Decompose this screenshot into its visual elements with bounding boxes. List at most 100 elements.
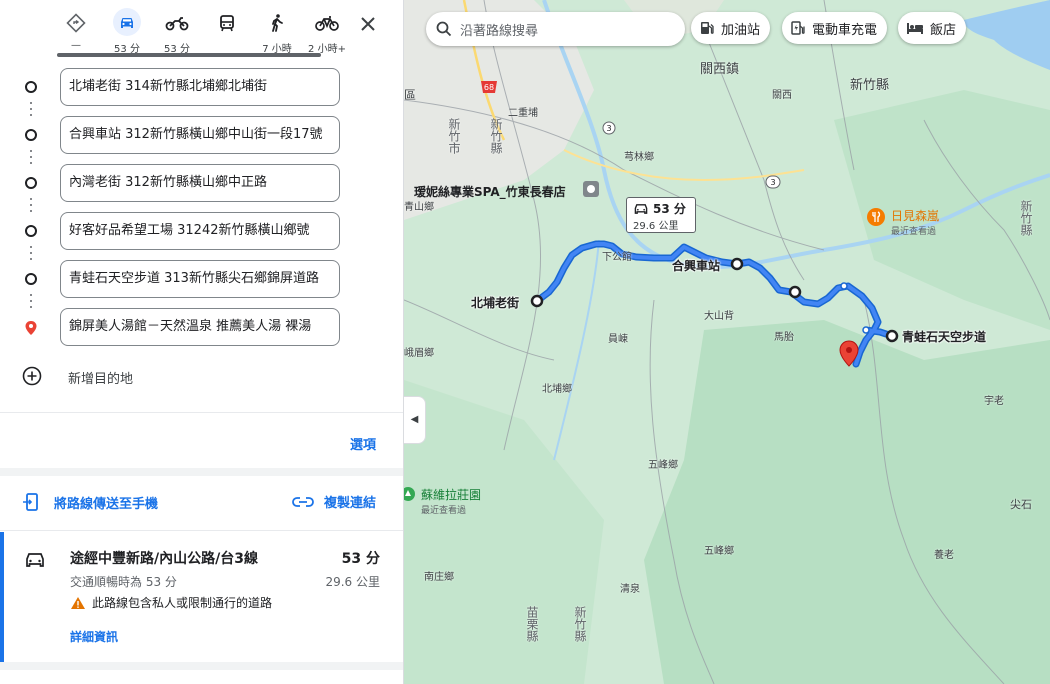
map-label-qu: 區 xyxy=(404,88,417,102)
travel-mode-bar: — 53 分 53 分 7 小時 2 小時+ xyxy=(0,0,403,58)
map-label-hexing[interactable]: 合興車站 xyxy=(672,257,720,274)
poi-suwei-subtitle: 最近查看過 xyxy=(421,506,467,516)
divider xyxy=(0,530,403,531)
map-label-xiagongguan: 下公館 xyxy=(602,252,632,263)
add-circle-icon xyxy=(22,366,42,386)
poi-sun-name: 日見森嵐 xyxy=(891,209,940,223)
car-icon xyxy=(24,550,48,574)
close-directions-button[interactable] xyxy=(356,12,380,36)
waypoint-circle-icon xyxy=(24,224,38,238)
map-label-baishi: 尖石 xyxy=(1010,498,1032,511)
waypoint-row: 合興車站 312新竹縣橫山鄉中山街一段17號 xyxy=(0,114,403,154)
waypoint-input[interactable]: 北埔老街 314新竹縣北埔鄉北埔街 xyxy=(60,68,340,106)
route-warning: 此路線包含私人或限制通行的道路 xyxy=(70,594,272,611)
restaurant-icon xyxy=(867,208,885,226)
send-to-phone-icon xyxy=(23,493,38,511)
options-button[interactable]: 選項 xyxy=(350,434,376,453)
mode-car[interactable]: 53 分 xyxy=(102,8,152,55)
map-canvas[interactable]: 68 3 3 瑷妮絲專業SPA_竹東長春店 日見森嵐 最近查看過 蘇維拉莊園 最… xyxy=(404,0,1050,684)
waypoint-circle-icon xyxy=(24,272,38,286)
mode-motorcycle[interactable]: 53 分 xyxy=(152,8,202,55)
divider xyxy=(0,412,403,413)
route-details-link[interactable]: 詳細資訊 xyxy=(70,628,118,645)
route-option-card[interactable]: 途經中豐新路/內山公路/台3線 53 分 交通順暢時為 53 分 29.6 公里… xyxy=(0,532,403,662)
destination-pin-icon xyxy=(24,320,38,335)
route-title: 途經中豐新路/內山公路/台3線 xyxy=(70,551,258,567)
chevron-left-icon: ◀ xyxy=(410,414,419,425)
map-label-wufeng: 五峰鄉 xyxy=(648,460,678,471)
tree-icon xyxy=(404,487,415,501)
svg-text:3: 3 xyxy=(770,178,775,187)
svg-text:3: 3 xyxy=(606,124,611,133)
hotel-bed-icon xyxy=(907,23,923,34)
route-warning-text: 此路線包含私人或限制通行的道路 xyxy=(92,596,273,610)
gas-station-icon xyxy=(701,22,714,34)
map-label-yulao: 宇老 xyxy=(984,396,1004,407)
map-label-qingquan: 清泉 xyxy=(620,584,640,595)
map-label-hsinchu-east: 新竹縣 xyxy=(1019,200,1033,236)
map-label-xinzhu-town: 新竹縣 xyxy=(850,78,890,93)
map-label-start[interactable]: 北埔老街 xyxy=(471,294,519,311)
route-traffic-note: 交通順暢時為 53 分 xyxy=(70,575,177,589)
map-label-miaoli: 苗栗縣 xyxy=(525,606,539,642)
waypoint-input[interactable]: 內灣老街 312新竹縣橫山鄉中正路 xyxy=(60,164,340,202)
chip-label: 電動車充電 xyxy=(812,22,878,38)
car-icon xyxy=(634,203,648,214)
share-row: 將路線傳送至手機 複製連結 xyxy=(0,484,403,524)
close-icon xyxy=(361,17,375,31)
poi-suwei[interactable]: 蘇維拉莊園 最近查看過 xyxy=(404,486,481,516)
poi-spa-label[interactable]: 瑷妮絲專業SPA_竹東長春店 xyxy=(414,183,566,200)
mode-label: — xyxy=(71,40,81,51)
selected-mode-indicator xyxy=(57,53,321,57)
mode-best[interactable]: — xyxy=(51,8,101,54)
map-label-baishan: 員崠 xyxy=(608,334,628,345)
warning-icon xyxy=(71,596,85,609)
mode-transit[interactable] xyxy=(202,8,252,54)
waypoint-input[interactable]: 錦屏美人湯館－天然溫泉 推薦美人湯 裸湯 xyxy=(60,308,340,346)
directions-panel: — 53 分 53 分 7 小時 2 小時+ 北埔老街 314新竹縣北埔鄉北埔街… xyxy=(0,0,404,684)
map-label-xinzhu-city: 新竹市 xyxy=(447,118,461,154)
map-label-hsinchu-south: 新竹縣 xyxy=(573,606,587,642)
chip-label: 飯店 xyxy=(930,22,957,38)
collapse-panel-button[interactable]: ◀ xyxy=(404,396,426,444)
map-label-qingshan: 青山鄉 xyxy=(404,202,434,213)
poi-sun-subtitle: 最近查看過 xyxy=(891,227,937,237)
mode-bicycle[interactable]: 2 小時+ xyxy=(302,8,352,55)
copy-link-button[interactable]: 複製連結 xyxy=(292,492,376,511)
ev-charging-icon xyxy=(791,21,805,35)
map-label-dashanbei: 大山背 xyxy=(704,311,734,322)
callout-time: 53 分 xyxy=(653,202,686,216)
poi-suwei-name: 蘇維拉莊園 xyxy=(421,488,482,502)
chip-gas-station[interactable]: 加油站 xyxy=(691,12,771,44)
route-search-box[interactable]: 沿著路線搜尋 xyxy=(426,12,685,46)
waypoint-input[interactable]: 好客好品希望工場 31242新竹縣橫山鄉號 xyxy=(60,212,340,250)
poi-sun[interactable]: 日見森嵐 最近查看過 xyxy=(866,207,939,237)
map-label-wufeng2: 五峰鄉 xyxy=(704,546,734,557)
map-label-frog[interactable]: 青蛙石天空步道 xyxy=(902,328,986,345)
map-label-erchongpu: 二重埔 xyxy=(508,108,538,119)
send-to-phone-button[interactable]: 將路線傳送至手機 xyxy=(22,492,158,512)
callout-distance: 29.6 公里 xyxy=(633,221,679,232)
car-icon xyxy=(113,8,141,36)
waypoint-row: 好客好品希望工場 31242新竹縣橫山鄉號 xyxy=(0,210,403,250)
poi-spa[interactable] xyxy=(582,180,600,198)
route-distance: 29.6 公里 xyxy=(325,575,380,589)
chip-label: 加油站 xyxy=(721,22,761,38)
waypoint-circle-icon xyxy=(24,128,38,142)
route-time: 53 分 xyxy=(341,551,380,567)
chip-hotel[interactable]: 飯店 xyxy=(898,12,967,44)
waypoint-circle-icon xyxy=(24,80,38,94)
road-shield-68: 68 xyxy=(484,83,494,92)
section-divider xyxy=(0,468,403,476)
route-time-callout[interactable]: 53 分 29.6 公里 xyxy=(626,197,696,233)
add-destination-button[interactable]: 新增目的地 xyxy=(0,362,403,392)
map-label-guanxi: 關西鎮 xyxy=(700,62,740,77)
send-to-phone-label: 將路線傳送至手機 xyxy=(54,496,159,512)
map-label-beipu: 北埔鄉 xyxy=(542,384,572,395)
chip-ev-charging[interactable]: 電動車充電 xyxy=(782,12,888,44)
waypoint-input[interactable]: 青蛙石天空步道 313新竹縣尖石鄉錦屏道路 xyxy=(60,260,340,298)
waypoint-input[interactable]: 合興車站 312新竹縣橫山鄉中山街一段17號 xyxy=(60,116,340,154)
mode-walk[interactable]: 7 小時 xyxy=(252,8,302,55)
section-divider xyxy=(0,662,403,670)
link-icon xyxy=(292,496,314,507)
